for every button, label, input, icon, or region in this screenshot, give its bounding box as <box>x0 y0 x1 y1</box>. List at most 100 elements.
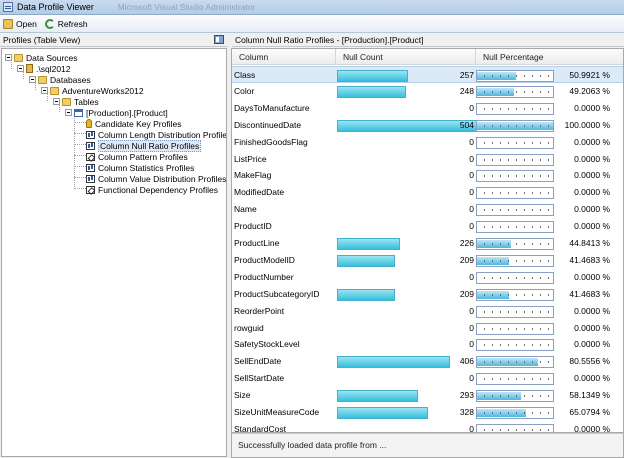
table-row[interactable]: Color 248 49.2063 % <box>232 83 623 100</box>
table-row[interactable]: ProductID 0 0.0000 % <box>232 218 623 235</box>
collapse-icon[interactable] <box>17 65 24 72</box>
percentage-ticks <box>477 205 553 216</box>
column-name-cell: ListPrice <box>234 153 267 164</box>
tree-item-functional-dependency-profiles[interactable]: Functional Dependency Profiles <box>86 184 218 195</box>
collapse-icon[interactable] <box>65 109 72 116</box>
tree-item-label: Column Null Ratio Profiles <box>98 139 202 152</box>
table-row[interactable]: ProductLine 226 44.8413 % <box>232 235 623 252</box>
null-count-cell: 0 <box>469 204 474 215</box>
results-pane-title: Column Null Ratio Profiles - [Production… <box>235 34 424 45</box>
table-row[interactable]: Class 257 50.9921 % <box>232 66 623 83</box>
table-row[interactable]: rowguid 0 0.0000 % <box>232 320 623 337</box>
null-count-cell: 0 <box>469 102 474 113</box>
tree-item-label: Column Length Distribution Profiles <box>98 129 227 140</box>
table-row[interactable]: FinishedGoodsFlag 0 0.0000 % <box>232 134 623 151</box>
tree-node-label: .\sql2012 <box>36 63 71 74</box>
tree-node-label: [Production].[Product] <box>86 107 168 118</box>
bar-chart-icon <box>86 130 95 139</box>
null-count-cell: 0 <box>469 170 474 181</box>
refresh-icon <box>44 18 55 29</box>
table-row[interactable]: ProductNumber 0 0.0000 % <box>232 269 623 286</box>
column-name-cell: Name <box>234 204 257 215</box>
app-icon <box>3 2 13 12</box>
null-count-bar <box>337 288 395 301</box>
table-icon <box>74 108 83 117</box>
column-header-column[interactable]: Column <box>232 49 336 65</box>
tree-item-label: Column Pattern Profiles <box>98 151 188 162</box>
tree-node-tables[interactable]: Tables <box>53 96 99 107</box>
table-row[interactable]: Size 293 58.1349 % <box>232 387 623 404</box>
tree-item-column-length-distribution-profiles[interactable]: Column Length Distribution Profiles <box>86 129 227 140</box>
collapse-icon[interactable] <box>29 76 36 83</box>
null-percentage-bar <box>476 187 554 200</box>
percentage-ticks <box>477 120 553 131</box>
null-percentage-cell: 0.0000 % <box>574 136 610 147</box>
null-count-cell: 0 <box>469 153 474 164</box>
null-count-cell: 226 <box>459 238 474 248</box>
collapse-icon[interactable] <box>53 98 60 105</box>
profiles-tree[interactable]: Data Sources .\sql2012 Databases Adventu… <box>1 48 227 457</box>
column-header-null-percentage[interactable]: Null Percentage <box>476 49 623 65</box>
tree-item-column-value-distribution-profiles[interactable]: Column Value Distribution Profiles <box>86 173 226 184</box>
table-row[interactable]: ReorderPoint 0 0.0000 % <box>232 303 623 320</box>
table-row[interactable]: SellStartDate 0 0.0000 % <box>232 370 623 387</box>
null-ratio-grid[interactable]: Column Null Count Null Percentage Class 2… <box>231 48 624 433</box>
table-row[interactable]: ProductModelID 209 41.4683 % <box>232 252 623 269</box>
tree-item-label: Column Value Distribution Profiles <box>98 173 227 184</box>
table-row[interactable]: SafetyStockLevel 0 0.0000 % <box>232 336 623 353</box>
tree-node-label: Tables <box>74 96 99 107</box>
table-row[interactable]: StandardCost 0 0.0000 % <box>232 421 623 432</box>
null-percentage-bar <box>476 339 554 352</box>
null-percentage-cell: 49.2063 % <box>569 85 610 96</box>
tree-item-label: Candidate Key Profiles <box>95 118 182 129</box>
table-row[interactable]: ModifiedDate 0 0.0000 % <box>232 184 623 201</box>
folder-open-icon <box>3 18 13 29</box>
table-row[interactable]: Name 0 0.0000 % <box>232 201 623 218</box>
null-percentage-cell: 0.0000 % <box>574 221 610 232</box>
table-row[interactable]: ProductSubcategoryID 209 41.4683 % <box>232 286 623 303</box>
null-percentage-cell: 80.5556 % <box>569 356 610 367</box>
column-name-cell: FinishedGoodsFlag <box>234 136 308 147</box>
tree-node-label: AdventureWorks2012 <box>62 85 144 96</box>
tree-item-column-statistics-profiles[interactable]: Column Statistics Profiles <box>86 162 194 173</box>
null-percentage-cell: 0.0000 % <box>574 153 610 164</box>
collapse-icon[interactable] <box>5 54 12 61</box>
tree-node-table[interactable]: [Production].[Product] <box>65 107 168 118</box>
table-row[interactable]: DiscontinuedDate 504 100.0000 % <box>232 117 623 134</box>
table-row[interactable]: SizeUnitMeasureCode 328 65.0794 % <box>232 404 623 421</box>
table-row[interactable]: MakeFlag 0 0.0000 % <box>232 167 623 184</box>
profiles-pane-title: Profiles (Table View) <box>3 34 81 45</box>
null-percentage-bar <box>476 136 554 149</box>
key-icon <box>86 119 92 128</box>
toolbar: Open Refresh <box>0 15 624 33</box>
null-percentage-bar <box>476 390 554 403</box>
column-name-cell: ProductSubcategoryID <box>234 288 320 299</box>
null-count-bar <box>337 254 395 267</box>
tree-node-data-sources[interactable]: Data Sources <box>5 52 78 63</box>
table-row[interactable]: DaysToManufacture 0 0.0000 % <box>232 100 623 117</box>
tree-item-candidate-key-profiles[interactable]: Candidate Key Profiles <box>86 118 181 129</box>
null-percentage-cell: 0.0000 % <box>574 187 610 198</box>
null-count-cell: 257 <box>459 70 474 80</box>
table-row[interactable]: SellEndDate 406 80.5556 % <box>232 353 623 370</box>
collapse-icon[interactable] <box>41 87 48 94</box>
tree-node-databases[interactable]: Databases <box>29 74 91 85</box>
null-percentage-cell: 0.0000 % <box>574 322 610 333</box>
tree-item-column-pattern-profiles[interactable]: Column Pattern Profiles <box>86 151 188 162</box>
refresh-button[interactable]: Refresh <box>44 18 88 29</box>
column-name-cell: SellStartDate <box>234 373 285 384</box>
column-name-cell: ReorderPoint <box>234 305 285 316</box>
percentage-ticks <box>477 171 553 182</box>
table-row[interactable]: ListPrice 0 0.0000 % <box>232 151 623 168</box>
null-percentage-cell: 0.0000 % <box>574 102 610 113</box>
null-count-bar <box>337 85 406 98</box>
percentage-ticks <box>477 289 553 300</box>
statistics-icon <box>86 163 95 172</box>
tree-node-server[interactable]: .\sql2012 <box>17 63 71 74</box>
open-button[interactable]: Open <box>3 18 37 29</box>
null-percentage-bar <box>476 271 554 284</box>
pane-toggle-icon[interactable] <box>214 35 224 44</box>
tree-item-column-null-ratio-profiles[interactable]: Column Null Ratio Profiles <box>86 139 202 152</box>
tree-node-database[interactable]: AdventureWorks2012 <box>41 85 144 96</box>
column-header-null-count[interactable]: Null Count <box>336 49 476 65</box>
